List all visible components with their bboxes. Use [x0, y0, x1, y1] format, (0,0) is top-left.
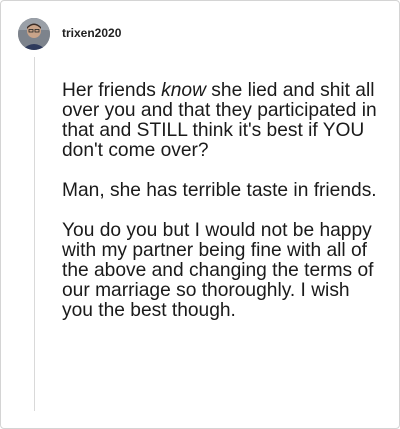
user-avatar-icon[interactable]: [18, 18, 50, 50]
comment-card: trixen2020 Her friends know she lied and…: [0, 0, 400, 429]
comment-paragraph-3: You do you but I would not be happy with…: [62, 220, 374, 321]
comment-paragraph-1: Her friends know she lied and shit all o…: [62, 81, 380, 161]
username[interactable]: trixen2020: [62, 26, 121, 40]
thread-collapse-line[interactable]: [34, 57, 35, 411]
comment-body: Her friends know she lied and shit all o…: [62, 81, 380, 321]
paragraph-1-emphasis: know: [161, 80, 206, 101]
paragraph-1-text-start: Her friends: [62, 80, 162, 101]
comment-paragraph-2: Man, she has terrible taste in friends.: [62, 180, 377, 201]
